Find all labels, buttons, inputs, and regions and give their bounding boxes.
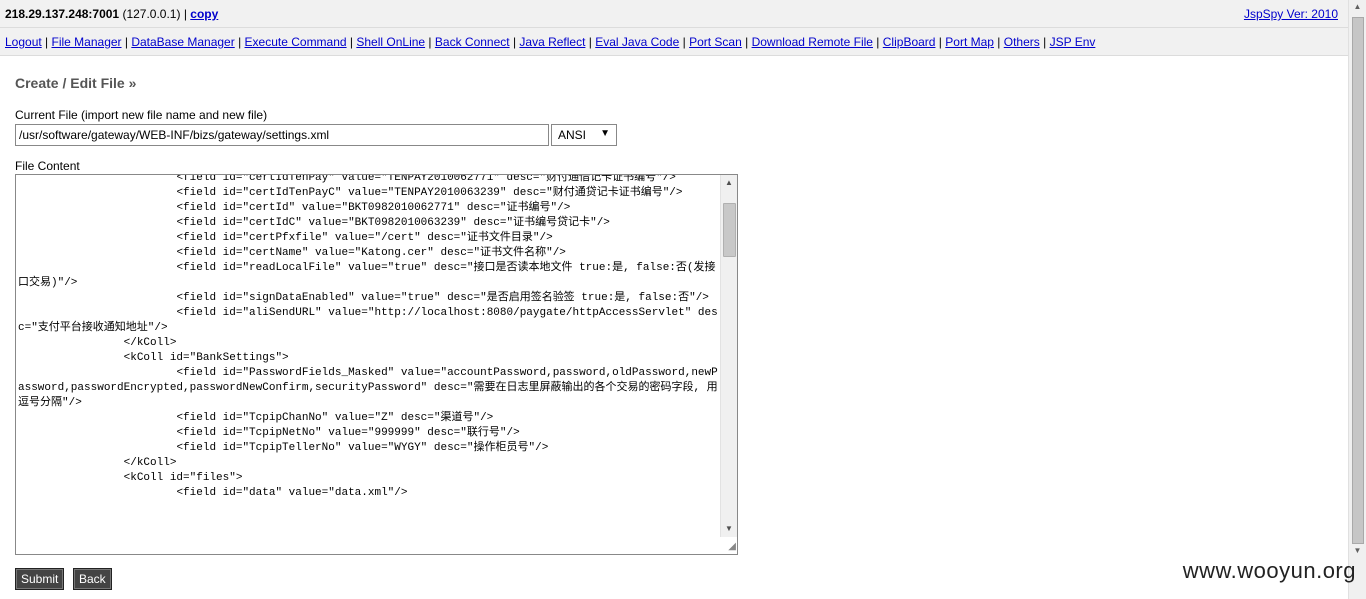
nav-bar: Logout | File Manager | DataBase Manager… (0, 28, 1349, 56)
resize-handle-icon[interactable]: ◢ (724, 541, 736, 553)
dropdown-arrow-icon: ▼ (600, 128, 610, 139)
host-address: 218.29.137.248:7001 (5, 7, 120, 21)
nav-separator: | (741, 35, 752, 49)
nav-link-jsp-env[interactable]: JSP Env (1050, 35, 1096, 49)
file-content-textarea[interactable]: <field id="certIdTenPay" value="TENPAY20… (15, 174, 738, 555)
nav-separator: | (872, 35, 883, 49)
page-scrollbar[interactable]: ▲ ▼ (1348, 0, 1366, 599)
nav-link-back-connect[interactable]: Back Connect (435, 35, 510, 49)
nav-separator: | (1039, 35, 1050, 49)
nav-separator: | (679, 35, 690, 49)
file-path-input[interactable] (15, 124, 549, 146)
nav-link-clipboard[interactable]: ClipBoard (883, 35, 936, 49)
editor-scroll-thumb[interactable] (723, 203, 736, 257)
scroll-up-icon[interactable]: ▲ (721, 175, 737, 191)
local-address: (127.0.0.1) | (119, 7, 191, 21)
watermark: www.wooyun.org (1182, 558, 1356, 583)
nav-separator: | (121, 35, 132, 49)
page-scroll-down-icon[interactable]: ▼ (1349, 546, 1366, 555)
version-link[interactable]: JspSpy Ver: 2010 (1244, 7, 1338, 21)
top-bar: 218.29.137.248:7001 (127.0.0.1) | copy J… (0, 0, 1349, 28)
nav-separator: | (585, 35, 596, 49)
page-scroll-thumb[interactable] (1352, 17, 1364, 544)
nav-link-shell-online[interactable]: Shell OnLine (356, 35, 425, 49)
file-content-label: File Content (15, 159, 80, 173)
encoding-value: ANSI (558, 128, 587, 142)
nav-link-port-scan[interactable]: Port Scan (689, 35, 742, 49)
nav-link-database-manager[interactable]: DataBase Manager (131, 35, 234, 49)
nav-separator: | (41, 35, 52, 49)
nav-separator: | (935, 35, 946, 49)
submit-button[interactable]: Submit (15, 568, 65, 590)
nav-separator: | (425, 35, 435, 49)
editor-scrollbar[interactable]: ▲ ▼ (720, 175, 737, 537)
nav-link-java-reflect[interactable]: Java Reflect (519, 35, 585, 49)
nav-link-file-manager[interactable]: File Manager (52, 35, 122, 49)
host-info: 218.29.137.248:7001 (127.0.0.1) | copy (5, 7, 218, 21)
nav-separator: | (234, 35, 245, 49)
nav-link-logout[interactable]: Logout (5, 35, 42, 49)
page-title: Create / Edit File » (15, 75, 137, 91)
copy-link[interactable]: copy (190, 7, 218, 21)
current-file-label: Current File (import new file name and n… (15, 108, 268, 122)
encoding-select[interactable]: ANSI ▼ (551, 124, 617, 146)
nav-separator: | (993, 35, 1004, 49)
nav-link-eval-java-code[interactable]: Eval Java Code (595, 35, 679, 49)
back-button[interactable]: Back (73, 568, 112, 590)
nav-separator: | (509, 35, 520, 49)
file-content-text: <field id="certIdTenPay" value="TENPAY20… (18, 174, 718, 499)
nav-link-execute-command[interactable]: Execute Command (245, 35, 347, 49)
nav-links: Logout | File Manager | DataBase Manager… (5, 35, 1095, 49)
scroll-down-icon[interactable]: ▼ (721, 521, 737, 537)
nav-separator: | (346, 35, 357, 49)
nav-link-others[interactable]: Others (1004, 35, 1040, 49)
page-scroll-up-icon[interactable]: ▲ (1349, 2, 1366, 11)
nav-link-port-map[interactable]: Port Map (945, 35, 994, 49)
nav-link-download-remote-file[interactable]: Download Remote File (752, 35, 873, 49)
